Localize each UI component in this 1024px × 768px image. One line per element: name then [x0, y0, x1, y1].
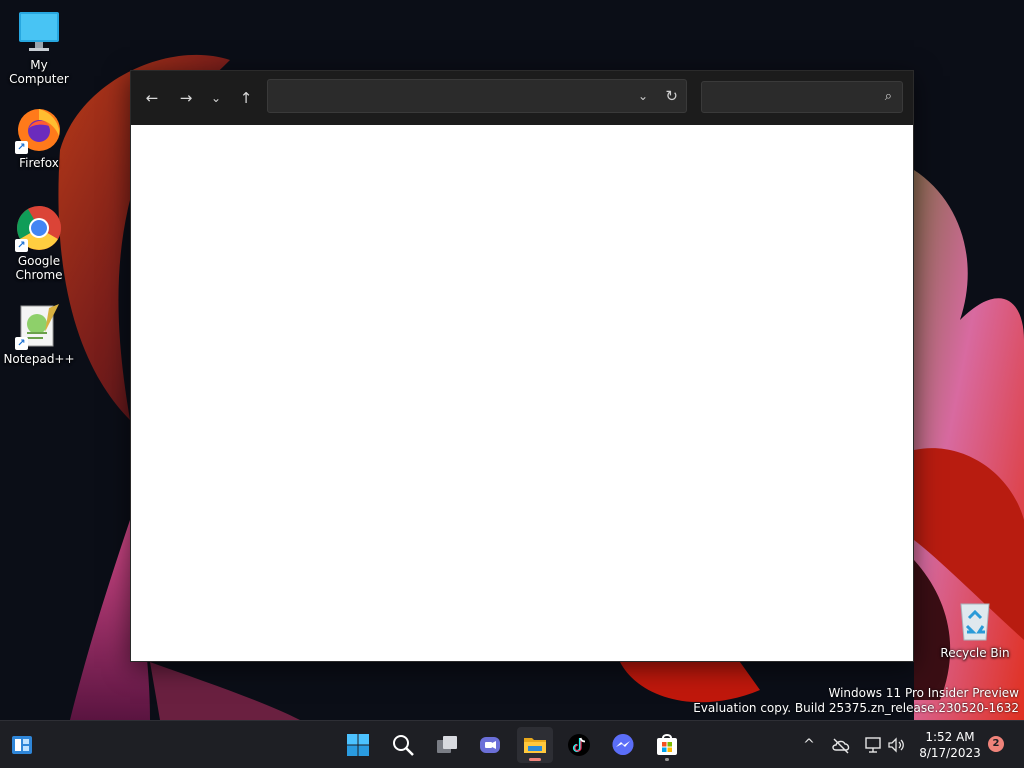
taskbar-start-button[interactable] [340, 727, 376, 763]
evaluation-watermark: Windows 11 Pro Insider Preview Evaluatio… [693, 686, 1019, 716]
running-app-indicator [665, 758, 669, 761]
onedrive-icon[interactable] [829, 733, 853, 757]
explorer-toolbar: ← → ⌄ ↑ ⌄ ↻ ⌕ [131, 71, 913, 125]
taskbar-messenger-button[interactable] [605, 727, 641, 763]
taskbar-tiktok-button[interactable] [561, 727, 597, 763]
forward-button[interactable]: → [173, 85, 199, 111]
messenger-icon [612, 734, 634, 755]
desktop-icon-label: Google Chrome [15, 254, 63, 282]
firefox-icon: ↗ [15, 106, 63, 154]
address-dropdown-icon[interactable]: ⌄ [638, 80, 648, 112]
active-app-indicator [529, 758, 541, 761]
desktop-icon-label: Recycle Bin [940, 646, 1010, 660]
notepadpp-icon: ↗ [15, 302, 63, 350]
address-bar-input[interactable]: ⌄ ↻ [267, 79, 687, 113]
taskbar-widgets-button[interactable] [4, 727, 40, 763]
refresh-icon[interactable]: ↻ [665, 80, 678, 112]
file-explorer-window[interactable]: ← → ⌄ ↑ ⌄ ↻ ⌕ [130, 70, 914, 662]
desktop-icon-recycle-bin[interactable]: Recycle Bin [937, 596, 1013, 660]
desktop-icon-label: Firefox [19, 156, 59, 170]
desktop-icon-google-chrome[interactable]: ↗ Google Chrome [1, 204, 77, 282]
taskbar: ^ 1:52 AM 8/17/2023 2 [0, 720, 1024, 768]
recycle-bin-icon [951, 596, 999, 644]
back-button[interactable]: ← [139, 85, 165, 111]
volume-icon[interactable] [884, 733, 908, 757]
shortcut-arrow-icon: ↗ [15, 337, 28, 350]
search-input[interactable]: ⌕ [701, 81, 903, 113]
windows-start-icon [347, 734, 369, 756]
search-icon: ⌕ [884, 89, 892, 104]
taskbar-chat-button[interactable] [472, 727, 508, 763]
taskbar-file-explorer-button[interactable] [517, 727, 553, 763]
task-view-icon [437, 736, 457, 753]
store-icon [657, 734, 677, 755]
chrome-icon: ↗ [15, 204, 63, 252]
tiktok-icon [568, 734, 590, 756]
desktop-icon-notepadpp[interactable]: ↗ Notepad++ [1, 302, 77, 366]
watermark-line-1: Windows 11 Pro Insider Preview [828, 686, 1019, 700]
computer-icon [15, 8, 63, 56]
search-icon [393, 735, 414, 756]
clock-date: 8/17/2023 [919, 746, 981, 760]
desktop-icon-my-computer[interactable]: My Computer [1, 8, 77, 86]
folder-icon [524, 738, 546, 753]
watermark-line-2: Evaluation copy. Build 25375.zn_release.… [693, 701, 1019, 715]
recent-locations-button[interactable]: ⌄ [203, 85, 229, 111]
notification-badge[interactable]: 2 [988, 736, 1004, 752]
show-hidden-icons-button[interactable]: ^ [797, 733, 821, 757]
explorer-content-area[interactable] [131, 125, 913, 661]
taskbar-clock[interactable]: 1:52 AM 8/17/2023 [914, 729, 986, 761]
widgets-icon [12, 736, 32, 754]
shortcut-arrow-icon: ↗ [15, 239, 28, 252]
taskbar-task-view-button[interactable] [429, 727, 465, 763]
network-icon[interactable] [861, 733, 885, 757]
taskbar-store-button[interactable] [649, 727, 685, 763]
up-button[interactable]: ↑ [233, 85, 259, 111]
taskbar-search-button[interactable] [385, 727, 421, 763]
shortcut-arrow-icon: ↗ [15, 141, 28, 154]
chat-icon [480, 737, 500, 753]
clock-time: 1:52 AM [925, 730, 975, 744]
desktop-icon-firefox[interactable]: ↗ Firefox [1, 106, 77, 170]
desktop-icon-label: My Computer [9, 58, 69, 86]
desktop-icon-label: Notepad++ [3, 352, 75, 366]
